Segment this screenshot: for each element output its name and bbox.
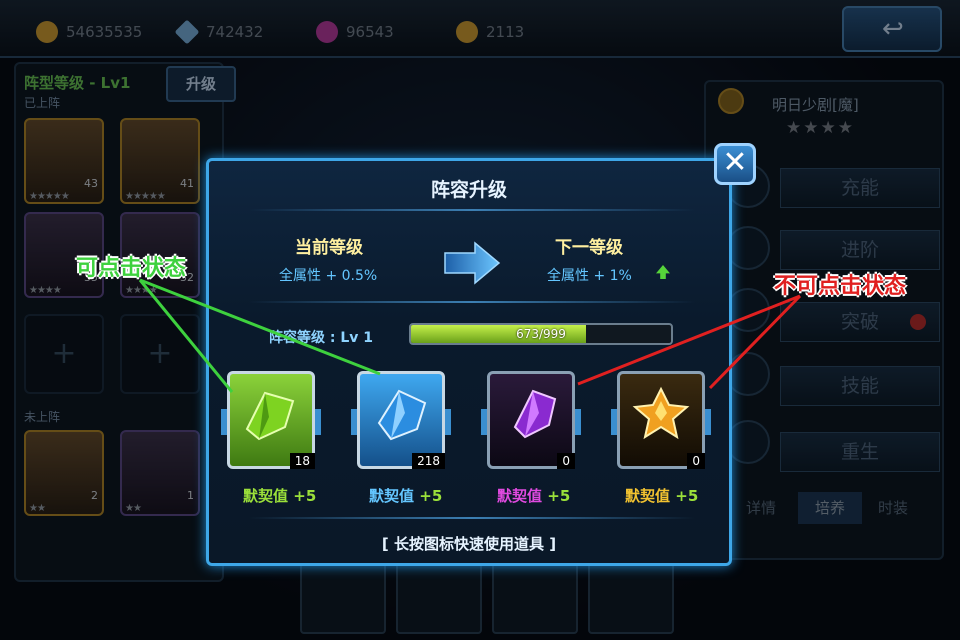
divider bbox=[249, 517, 695, 519]
frame-clip bbox=[315, 409, 321, 435]
blue-gem-item[interactable]: 218 bbox=[349, 367, 453, 477]
up-arrow-icon bbox=[656, 265, 670, 279]
close-button[interactable]: ✕ bbox=[714, 143, 756, 185]
bonus-value: +5 bbox=[675, 487, 699, 505]
long-press-hint: [ 长按图标快速使用道具 ] bbox=[381, 535, 557, 553]
divider bbox=[249, 209, 695, 211]
clickable-state-annotation: 可点击状态 bbox=[76, 256, 187, 281]
current-level-label: 当前等级 bbox=[295, 238, 363, 258]
green-gem-item[interactable]: 18 bbox=[219, 367, 323, 477]
gold-gem-icon bbox=[632, 386, 690, 440]
not-clickable-state-annotation: 不可点击状态 bbox=[774, 274, 907, 299]
formation-upgrade-dialog: 阵容升级 ✕ 当前等级 全属性 + 0.5% 下一等级 全属性 + 1% 阵容等… bbox=[206, 143, 756, 566]
close-icon: ✕ bbox=[722, 145, 748, 180]
item-count: 0 bbox=[557, 453, 575, 469]
item-bonus: 默契值 +5 bbox=[369, 485, 442, 506]
bonus-value: +5 bbox=[547, 487, 571, 505]
exp-progress-bar: 673/999 bbox=[409, 323, 673, 345]
frame-clip bbox=[575, 409, 581, 435]
gold-gem-item[interactable]: 0 bbox=[609, 367, 713, 477]
arrow-right-icon bbox=[444, 241, 501, 285]
item-bonus: 默契值 +5 bbox=[625, 485, 698, 506]
formation-exp-label: 阵容等级 : Lv 1 bbox=[269, 330, 374, 346]
bonus-value: +5 bbox=[293, 487, 317, 505]
bonus-label: 默契值 bbox=[369, 487, 415, 505]
dialog-title: 阵容升级 bbox=[430, 179, 507, 201]
bonus-label: 默契值 bbox=[625, 487, 671, 505]
next-level-label: 下一等级 bbox=[555, 238, 623, 258]
current-level-value: 全属性 + 0.5% bbox=[279, 268, 378, 284]
green-gem-icon bbox=[245, 391, 295, 441]
frame-clip bbox=[705, 409, 711, 435]
blue-gem-icon bbox=[377, 389, 427, 441]
bonus-value: +5 bbox=[419, 487, 443, 505]
bonus-label: 默契值 bbox=[243, 487, 289, 505]
purple-gem-icon bbox=[513, 389, 557, 439]
item-count: 0 bbox=[687, 453, 705, 469]
purple-gem-item[interactable]: 0 bbox=[479, 367, 583, 477]
item-count: 18 bbox=[289, 453, 315, 469]
frame-clip bbox=[445, 409, 451, 435]
exp-progress-text: 673/999 bbox=[516, 327, 566, 341]
item-count: 218 bbox=[412, 453, 445, 469]
next-level-value: 全属性 + 1% bbox=[547, 268, 632, 284]
divider bbox=[249, 301, 695, 303]
item-bonus: 默契值 +5 bbox=[243, 485, 316, 506]
bonus-label: 默契值 bbox=[497, 487, 543, 505]
item-bonus: 默契值 +5 bbox=[497, 485, 570, 506]
